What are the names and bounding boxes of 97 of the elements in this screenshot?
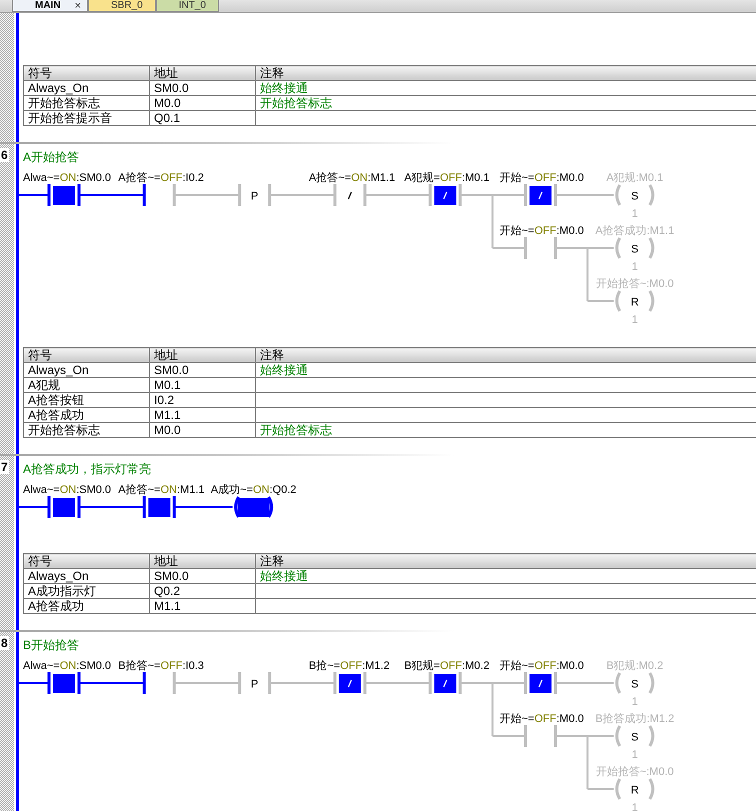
edge-contact: P <box>238 672 272 694</box>
output-coil: S <box>615 184 654 206</box>
element-label: 开始~=OFF:M0.0 <box>500 225 584 237</box>
element-label: A犯规:M0.1 <box>606 172 664 184</box>
wire <box>19 194 49 196</box>
element-label: B抢~=OFF:M1.2 <box>308 660 390 672</box>
table-cell: SM0.0 <box>150 568 256 584</box>
wire <box>174 506 233 508</box>
output-coil: S <box>615 725 654 747</box>
table-cell: 始终接通 <box>256 568 756 584</box>
element-label: B抢答成功:M1.2 <box>595 713 674 725</box>
table-cell: A抢答成功 <box>24 408 150 422</box>
wire <box>270 682 335 684</box>
wire <box>174 682 240 684</box>
element-label: Alwa~=ON:SM0.0 <box>23 660 112 672</box>
table-cell: I0.2 <box>150 392 256 408</box>
coil-count: 1 <box>632 696 638 708</box>
table-cell: 开始抢答标志 <box>256 422 756 438</box>
element-label: B抢答~=OFF:I0.3 <box>118 660 204 672</box>
element-label: 开始~=OFF:M0.0 <box>500 660 584 672</box>
network-title: A抢答成功，指示灯常亮 <box>23 462 152 477</box>
coil-count: 1 <box>632 802 638 811</box>
network-title: A开始抢答 <box>23 150 80 165</box>
element-label: A成功~=ON:Q0.2 <box>210 484 296 496</box>
element-label: A抢答~=ON:M1.1 <box>118 484 204 496</box>
table-cell: M0.0 <box>150 422 256 438</box>
tab[interactable]: SBR_0 <box>88 0 156 12</box>
table-cell: SM0.0 <box>150 362 256 378</box>
output-coil: R <box>615 290 654 312</box>
wire <box>364 682 430 684</box>
table-cell: A成功指示灯 <box>24 584 150 598</box>
wire <box>79 506 144 508</box>
column-header: 注释 <box>256 348 756 362</box>
column-header: 符号 <box>24 348 150 362</box>
table-cell: M0.0 <box>150 96 256 110</box>
element-label: A抢答~=OFF:I0.2 <box>118 172 204 184</box>
table-cell: M1.1 <box>150 408 256 422</box>
wire <box>364 194 430 196</box>
table-cell: 开始抢答标志 <box>24 422 150 438</box>
element-label: 开始~=OFF:M0.0 <box>500 172 584 184</box>
coil-count: 1 <box>632 314 638 326</box>
element-label: B犯规=OFF:M0.2 <box>404 660 490 672</box>
wire <box>556 194 614 196</box>
coil-count: 1 <box>632 261 638 273</box>
tab[interactable]: MAIN × <box>12 0 88 12</box>
table-cell: A抢答成功 <box>24 598 150 614</box>
element-label: 开始~=OFF:M0.0 <box>500 713 584 725</box>
tab[interactable]: INT_0 <box>156 0 219 12</box>
column-header: 注释 <box>256 66 756 80</box>
table-cell: M1.1 <box>150 598 256 614</box>
column-header: 地址 <box>150 348 256 362</box>
table-cell: Q0.1 <box>150 110 256 126</box>
table-cell: Always_On <box>24 568 150 584</box>
column-header: 符号 <box>24 66 150 80</box>
output-coil: R <box>615 778 654 800</box>
element-label: Alwa~=ON:SM0.0 <box>23 484 112 496</box>
table-cell: 始终接通 <box>256 80 756 96</box>
element-label: 开始抢答~:M0.0 <box>596 766 674 778</box>
coil-count: 1 <box>632 208 638 220</box>
table-cell: 始终接通 <box>256 362 756 378</box>
table-cell: SM0.0 <box>150 80 256 96</box>
column-header: 注释 <box>256 554 756 568</box>
element-label: Alwa~=ON:SM0.0 <box>23 172 112 184</box>
coil <box>234 496 274 518</box>
table-cell: Always_On <box>24 362 150 378</box>
column-header: 符号 <box>24 554 150 568</box>
table-cell: 开始抢答提示音 <box>24 110 150 126</box>
network-number: 8 <box>0 636 9 650</box>
wire <box>270 194 335 196</box>
table-cell: 开始抢答标志 <box>24 96 150 110</box>
output-coil: S <box>615 237 654 259</box>
edge-contact: P <box>238 184 272 206</box>
table-cell: Q0.2 <box>150 584 256 598</box>
network-title: B开始抢答 <box>23 638 80 653</box>
table-cell: Always_On <box>24 80 150 96</box>
output-coil: S <box>615 672 654 694</box>
wire <box>79 682 144 684</box>
network-number: 6 <box>0 148 9 162</box>
network-number: 7 <box>0 460 9 474</box>
close-button[interactable]: × <box>74 0 81 12</box>
wire <box>174 194 240 196</box>
wire <box>556 682 614 684</box>
wire <box>19 506 49 508</box>
element-label: A抢答~=ON:M1.1 <box>308 172 396 184</box>
table-cell: 开始抢答标志 <box>256 96 756 110</box>
wire <box>19 682 49 684</box>
element-label: A犯规=OFF:M0.1 <box>404 172 490 184</box>
table-cell: A抢答按钮 <box>24 392 150 408</box>
element-label: 开始抢答~:M0.0 <box>596 278 674 290</box>
column-header: 地址 <box>150 554 256 568</box>
coil-count: 1 <box>632 749 638 761</box>
element-label: A抢答成功:M1.1 <box>595 225 674 237</box>
wire <box>79 194 144 196</box>
column-header: 地址 <box>150 66 256 80</box>
table-cell: A犯规 <box>24 378 150 392</box>
element-label: B犯规:M0.2 <box>606 660 664 672</box>
table-cell: M0.1 <box>150 378 256 392</box>
